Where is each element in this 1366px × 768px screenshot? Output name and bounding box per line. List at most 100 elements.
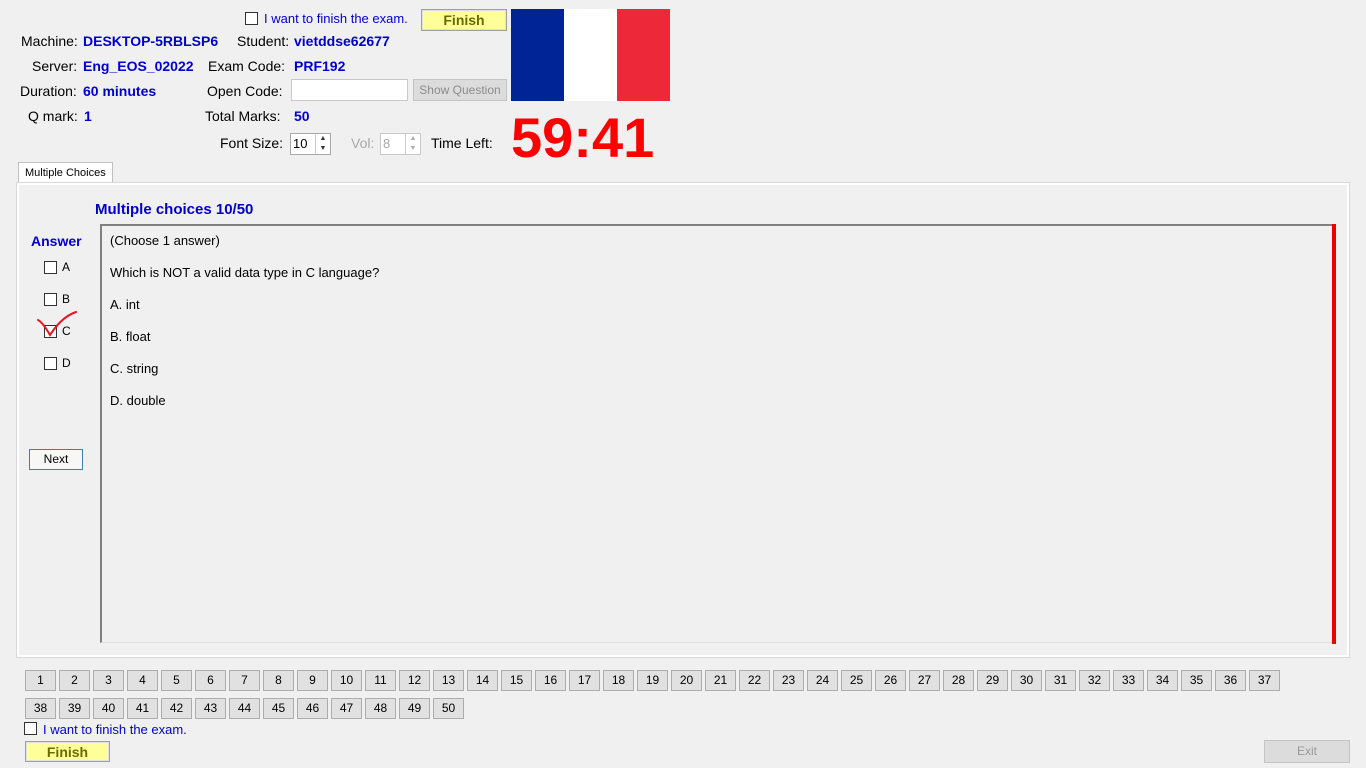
tab-multiple-choices[interactable]: Multiple Choices [18,162,113,183]
question-nav-button-44[interactable]: 44 [229,698,260,719]
question-nav-button-43[interactable]: 43 [195,698,226,719]
machine-label: Machine: [21,33,78,49]
question-nav-button-50[interactable]: 50 [433,698,464,719]
question-nav-button-19[interactable]: 19 [637,670,668,691]
question-option-c: C. string [110,361,159,376]
question-nav-button-41[interactable]: 41 [127,698,158,719]
answer-checkbox-a[interactable] [44,261,57,274]
student-label: Student: [237,33,290,49]
qmark-value: 1 [84,108,92,124]
question-nav-button-15[interactable]: 15 [501,670,532,691]
red-checkmark-icon [37,311,77,337]
question-nav-button-7[interactable]: 7 [229,670,260,691]
question-nav-button-1[interactable]: 1 [25,670,56,691]
answer-checkbox-d[interactable] [44,357,57,370]
question-nav-button-11[interactable]: 11 [365,670,396,691]
answer-label-a: A [62,260,71,274]
answer-label-d: D [62,356,71,370]
question-nav-button-33[interactable]: 33 [1113,670,1144,691]
question-nav-button-29[interactable]: 29 [977,670,1008,691]
question-nav-button-38[interactable]: 38 [25,698,56,719]
stepper-up-icon[interactable]: ▲ [406,134,420,144]
open-code-label: Open Code: [207,83,283,99]
question-nav-button-17[interactable]: 17 [569,670,600,691]
stepper-down-icon[interactable]: ▼ [406,144,420,154]
question-nav-button-18[interactable]: 18 [603,670,634,691]
question-nav-button-21[interactable]: 21 [705,670,736,691]
font-size-stepper[interactable]: 10 ▲ ▼ [290,133,331,155]
stepper-up-icon[interactable]: ▲ [316,134,330,144]
question-progress-title: Multiple choices 10/50 [95,201,254,218]
question-nav-button-13[interactable]: 13 [433,670,464,691]
finish-exam-label-top: I want to finish the exam. [264,11,408,26]
exam-code-label: Exam Code: [208,58,286,74]
vol-value: 8 [383,136,391,151]
answer-checkbox-b[interactable] [44,293,57,306]
question-nav-button-6[interactable]: 6 [195,670,226,691]
next-button[interactable]: Next [29,449,83,470]
vol-arrows[interactable]: ▲ ▼ [405,134,420,154]
question-nav-button-22[interactable]: 22 [739,670,770,691]
flag-stripe-blue [511,9,564,101]
duration-value: 60 minutes [83,83,157,99]
question-nav-button-37[interactable]: 37 [1249,670,1280,691]
time-left-value: 59:41 [511,106,655,169]
question-nav-button-45[interactable]: 45 [263,698,294,719]
finish-exam-checkbox-bottom[interactable] [24,722,37,735]
question-nav-button-30[interactable]: 30 [1011,670,1042,691]
question-nav-button-23[interactable]: 23 [773,670,804,691]
duration-label: Duration: [20,83,77,99]
question-nav-button-12[interactable]: 12 [399,670,430,691]
question-nav-button-8[interactable]: 8 [263,670,294,691]
question-nav-button-35[interactable]: 35 [1181,670,1212,691]
question-nav-button-2[interactable]: 2 [59,670,90,691]
total-marks-value: 50 [294,108,310,124]
question-nav-button-5[interactable]: 5 [161,670,192,691]
flag-stripe-white [564,9,617,101]
vol-stepper[interactable]: 8 ▲ ▼ [380,133,421,155]
answer-title: Answer [31,233,82,249]
question-nav-button-36[interactable]: 36 [1215,670,1246,691]
question-nav-button-26[interactable]: 26 [875,670,906,691]
question-nav-button-24[interactable]: 24 [807,670,838,691]
exam-code-value: PRF192 [294,58,346,74]
question-nav-button-46[interactable]: 46 [297,698,328,719]
question-nav-button-27[interactable]: 27 [909,670,940,691]
finish-exam-checkbox-top[interactable] [245,12,258,25]
question-nav-button-40[interactable]: 40 [93,698,124,719]
question-option-d: D. double [110,393,166,408]
question-nav-button-16[interactable]: 16 [535,670,566,691]
vol-label: Vol: [351,135,375,151]
finish-button-top[interactable]: Finish [421,9,507,31]
question-nav-button-47[interactable]: 47 [331,698,362,719]
exit-button[interactable]: Exit [1264,740,1350,763]
question-nav-button-10[interactable]: 10 [331,670,362,691]
question-nav-button-9[interactable]: 9 [297,670,328,691]
question-nav-button-4[interactable]: 4 [127,670,158,691]
question-stem: Which is NOT a valid data type in C lang… [110,265,380,280]
font-size-arrows[interactable]: ▲ ▼ [315,134,330,154]
question-nav-button-39[interactable]: 39 [59,698,90,719]
question-nav-button-34[interactable]: 34 [1147,670,1178,691]
question-nav-button-49[interactable]: 49 [399,698,430,719]
question-nav-button-28[interactable]: 28 [943,670,974,691]
question-nav-button-25[interactable]: 25 [841,670,872,691]
french-flag-image [511,9,670,101]
question-nav-button-48[interactable]: 48 [365,698,396,719]
question-nav-button-31[interactable]: 31 [1045,670,1076,691]
question-nav-button-20[interactable]: 20 [671,670,702,691]
question-option-a: A. int [110,297,140,312]
question-text-box[interactable]: (Choose 1 answer) Which is NOT a valid d… [100,224,1332,643]
question-nav-button-42[interactable]: 42 [161,698,192,719]
show-question-button[interactable]: Show Question [413,79,507,101]
finish-button-bottom[interactable]: Finish [25,741,110,762]
server-value: Eng_EOS_02022 [83,58,194,74]
question-instruction: (Choose 1 answer) [110,233,220,248]
question-nav-button-32[interactable]: 32 [1079,670,1110,691]
question-nav-button-14[interactable]: 14 [467,670,498,691]
total-marks-label: Total Marks: [205,108,281,124]
open-code-input[interactable] [291,79,408,101]
stepper-down-icon[interactable]: ▼ [316,144,330,154]
question-nav-button-3[interactable]: 3 [93,670,124,691]
machine-value: DESKTOP-5RBLSP6 [83,33,219,49]
